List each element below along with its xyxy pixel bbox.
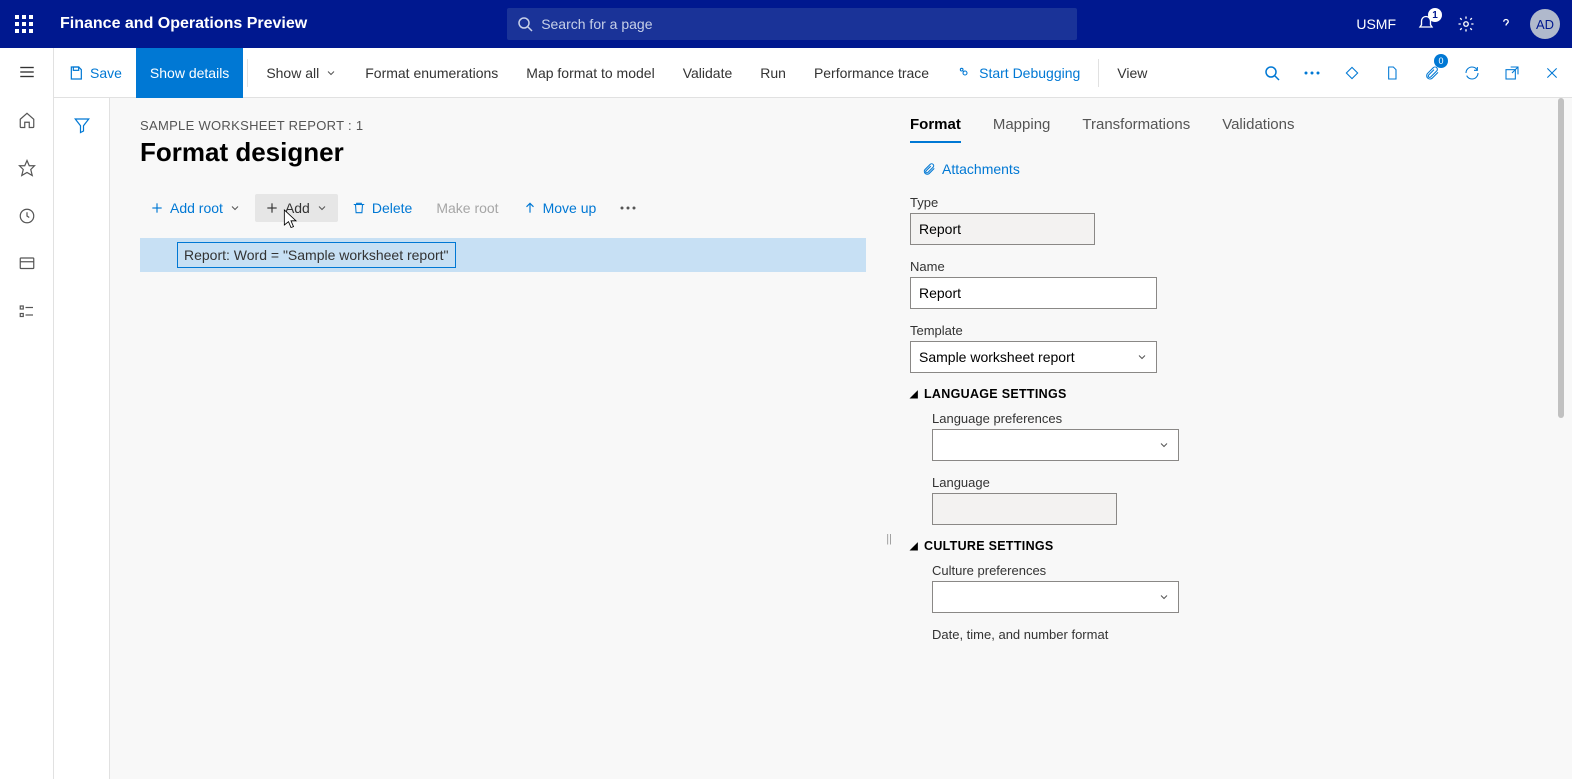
app-launcher-icon[interactable] xyxy=(0,15,48,33)
arrow-up-icon xyxy=(523,201,537,215)
start-debugging-button[interactable]: Start Debugging xyxy=(943,48,1094,98)
details-tabs: Format Mapping Transformations Validatio… xyxy=(910,116,1548,143)
search-input[interactable] xyxy=(541,16,1067,32)
name-input[interactable] xyxy=(910,277,1157,309)
type-field: Report xyxy=(910,213,1095,245)
nav-home-icon[interactable] xyxy=(0,96,54,144)
action-bar: Save Show details Show all Format enumer… xyxy=(0,48,1572,98)
tab-format[interactable]: Format xyxy=(910,116,961,143)
delete-button[interactable]: Delete xyxy=(342,194,422,222)
close-icon[interactable] xyxy=(1532,48,1572,98)
performance-trace-button[interactable]: Performance trace xyxy=(800,48,943,98)
chevron-down-icon xyxy=(325,67,337,79)
save-button[interactable]: Save xyxy=(54,48,136,98)
trash-icon xyxy=(352,201,366,215)
refresh-icon[interactable] xyxy=(1452,48,1492,98)
filter-column xyxy=(54,98,110,779)
search-icon xyxy=(517,16,533,32)
expand-triangle-icon: ◢ xyxy=(910,389,918,400)
language-preferences-label: Language preferences xyxy=(932,411,1548,426)
paperclip-icon xyxy=(922,162,936,176)
notification-badge: 1 xyxy=(1428,8,1442,22)
culture-preferences-select[interactable] xyxy=(932,581,1179,613)
attachments-link[interactable]: Attachments xyxy=(910,161,1548,177)
content-area: SAMPLE WORKSHEET REPORT : 1 Format desig… xyxy=(54,98,1572,779)
tree-node-report[interactable]: Report: Word = "Sample worksheet report" xyxy=(177,242,456,268)
global-search[interactable] xyxy=(507,8,1077,40)
chevron-down-icon xyxy=(1158,591,1170,603)
language-field xyxy=(932,493,1117,525)
make-root-button: Make root xyxy=(426,194,508,222)
show-all-button[interactable]: Show all xyxy=(252,48,351,98)
cursor-icon xyxy=(281,208,301,232)
nav-workspaces-icon[interactable] xyxy=(0,240,54,288)
details-scrollbar[interactable] xyxy=(1558,98,1564,418)
validate-button[interactable]: Validate xyxy=(669,48,747,98)
attachments-badge: 0 xyxy=(1434,54,1448,68)
nav-favorites-icon[interactable] xyxy=(0,144,54,192)
tree-toolbar: Add root Add Delete Make root Move up xyxy=(140,194,886,222)
search-action-icon[interactable] xyxy=(1252,48,1292,98)
date-time-number-format-label: Date, time, and number format xyxy=(932,627,1548,642)
notifications-icon[interactable]: 1 xyxy=(1410,8,1442,40)
divider xyxy=(1098,59,1099,87)
chevron-down-icon xyxy=(229,202,241,214)
more-actions-icon[interactable] xyxy=(1292,48,1332,98)
language-preferences-select[interactable] xyxy=(932,429,1179,461)
page-title: Format designer xyxy=(140,137,886,168)
office-icon[interactable] xyxy=(1372,48,1412,98)
tab-mapping[interactable]: Mapping xyxy=(993,116,1051,143)
help-icon[interactable] xyxy=(1490,8,1522,40)
template-label: Template xyxy=(910,323,1548,338)
format-enumerations-button[interactable]: Format enumerations xyxy=(351,48,512,98)
chevron-down-icon xyxy=(1136,351,1148,363)
view-button[interactable]: View xyxy=(1103,48,1161,98)
format-tree: Report: Word = "Sample worksheet report" xyxy=(140,238,866,272)
chevron-down-icon xyxy=(1158,439,1170,451)
nav-hamburger-icon[interactable] xyxy=(0,48,54,96)
settings-icon[interactable] xyxy=(1450,8,1482,40)
move-up-button[interactable]: Move up xyxy=(513,194,607,222)
chevron-down-icon xyxy=(316,202,328,214)
top-navbar: Finance and Operations Preview USMF 1 AD xyxy=(0,0,1572,48)
expand-triangle-icon: ◢ xyxy=(910,541,918,552)
nav-recent-icon[interactable] xyxy=(0,192,54,240)
left-nav-rail xyxy=(0,48,54,779)
map-format-to-model-button[interactable]: Map format to model xyxy=(512,48,668,98)
tab-validations[interactable]: Validations xyxy=(1222,116,1294,143)
app-title: Finance and Operations Preview xyxy=(48,15,307,33)
show-details-button[interactable]: Show details xyxy=(136,48,243,98)
language-settings-section[interactable]: ◢ LANGUAGE SETTINGS xyxy=(910,387,1548,401)
language-label: Language xyxy=(932,475,1548,490)
add-root-button[interactable]: Add root xyxy=(140,194,251,222)
tab-transformations[interactable]: Transformations xyxy=(1082,116,1190,143)
culture-preferences-label: Culture preferences xyxy=(932,563,1548,578)
debug-icon xyxy=(957,65,973,81)
filter-icon[interactable] xyxy=(73,116,91,779)
attachments-action-icon[interactable]: 0 xyxy=(1412,48,1452,98)
user-avatar[interactable]: AD xyxy=(1530,9,1560,39)
details-pane: Format Mapping Transformations Validatio… xyxy=(892,98,1572,779)
culture-settings-section[interactable]: ◢ CULTURE SETTINGS xyxy=(910,539,1548,553)
popout-icon[interactable] xyxy=(1492,48,1532,98)
template-select[interactable]: Sample worksheet report xyxy=(910,341,1157,373)
more-tree-actions-icon[interactable] xyxy=(610,200,646,216)
name-label: Name xyxy=(910,259,1548,274)
diamond-icon[interactable] xyxy=(1332,48,1372,98)
divider xyxy=(247,59,248,87)
company-code[interactable]: USMF xyxy=(1350,16,1402,32)
main-pane: SAMPLE WORKSHEET REPORT : 1 Format desig… xyxy=(110,98,886,779)
plus-icon xyxy=(150,201,164,215)
type-label: Type xyxy=(910,195,1548,210)
nav-modules-icon[interactable] xyxy=(0,288,54,336)
run-button[interactable]: Run xyxy=(746,48,800,98)
breadcrumb: SAMPLE WORKSHEET REPORT : 1 xyxy=(140,118,886,133)
tree-row[interactable]: Report: Word = "Sample worksheet report" xyxy=(140,238,866,272)
plus-icon xyxy=(265,201,279,215)
